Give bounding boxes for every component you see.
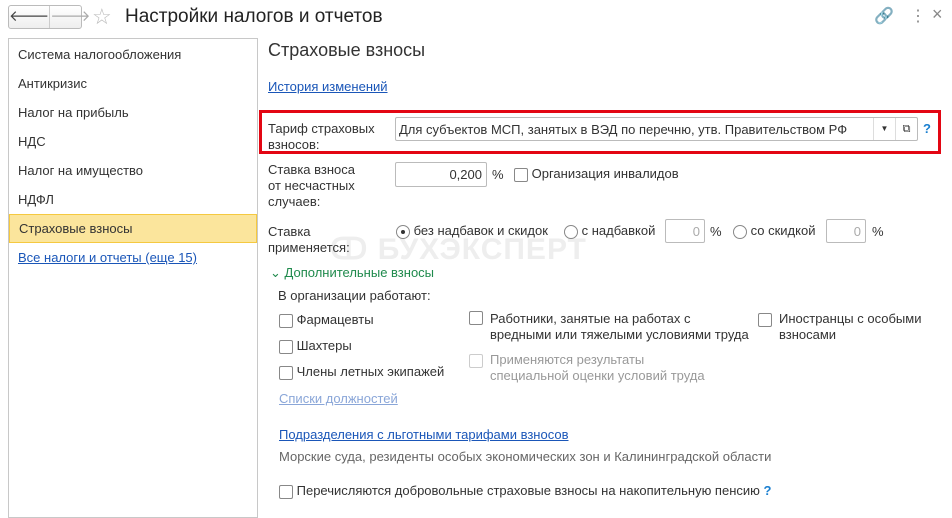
dropdown-icon[interactable]: ▼ <box>873 118 895 140</box>
special-eval-label: Применяются результаты специальной оценк… <box>490 352 705 383</box>
percent-sign: % <box>492 167 504 182</box>
invalid-org-checkbox[interactable]: Организация инвалидов <box>514 166 679 182</box>
all-taxes-link[interactable]: Все налоги и отчеты (еще 15) <box>18 250 197 265</box>
tariff-label: Тариф страховых взносов: <box>268 121 375 152</box>
discount-input[interactable]: 0 <box>826 219 866 243</box>
additional-label: Дополнительные взносы <box>284 265 435 280</box>
window-title: Настройки налогов и отчетов <box>125 6 383 27</box>
sidebar-item-tax-system[interactable]: Система налогообложения <box>9 40 257 69</box>
voluntary-label: Перечисляются добровольные страховые взн… <box>296 483 760 498</box>
radio-discount[interactable]: со скидкой <box>733 223 815 239</box>
star-icon[interactable]: ☆ <box>92 4 112 30</box>
sidebar-item-vat[interactable]: НДС <box>9 127 257 156</box>
open-icon[interactable]: ⧉ <box>895 118 917 140</box>
forward-button[interactable]: 🡒 <box>49 6 90 28</box>
miners-label: Шахтеры <box>296 338 352 353</box>
subdivisions-note: Морские суда, резиденты особых экономиче… <box>279 449 772 464</box>
rate-input[interactable]: 0,200 <box>395 162 487 187</box>
markup-input[interactable]: 0 <box>665 219 705 243</box>
voluntary-checkbox[interactable]: Перечисляются добровольные страховые взн… <box>279 483 771 499</box>
more-icon[interactable]: ⋮ <box>910 6 926 26</box>
sidebar-item-property-tax[interactable]: Налог на имущество <box>9 156 257 185</box>
close-icon[interactable]: × <box>932 4 943 25</box>
hazard-label: Работники, занятые на работах с вредными… <box>490 311 749 342</box>
flight-checkbox[interactable]: Члены летных экипажей <box>279 364 444 380</box>
tariff-select[interactable]: Для субъектов МСП, занятых в ВЭД по пере… <box>395 117 918 141</box>
sidebar: Система налогообложения Антикризис Налог… <box>8 38 258 518</box>
link-icon[interactable]: 🔗 <box>874 6 894 26</box>
foreigners-label: Иностранцы с особыми взносами <box>779 311 922 342</box>
additional-toggle[interactable]: ⌄ Дополнительные взносы <box>270 265 434 281</box>
invalid-org-label: Организация инвалидов <box>531 166 679 181</box>
radio-markup[interactable]: с надбавкой <box>564 223 655 239</box>
foreigners-checkbox[interactable] <box>758 311 772 327</box>
rate-label: Ставка взноса от несчастных случаев: <box>268 162 356 209</box>
percent-sign: % <box>872 224 884 239</box>
subdivisions-link[interactable]: Подразделения с льготными тарифами взнос… <box>279 427 569 442</box>
chevron-down-icon: ⌄ <box>270 265 281 280</box>
pharm-checkbox[interactable]: Фармацевты <box>279 312 374 328</box>
help-icon[interactable]: ? <box>923 121 931 136</box>
radio-discount-label: со скидкой <box>750 223 816 238</box>
sidebar-item-insurance[interactable]: Страховые взносы <box>9 214 257 243</box>
radio-none[interactable]: без надбавок и скидок <box>396 223 548 239</box>
percent-sign: % <box>710 224 722 239</box>
org-works-label: В организации работают: <box>278 288 431 303</box>
sidebar-item-ndfl[interactable]: НДФЛ <box>9 185 257 214</box>
sidebar-item-profit-tax[interactable]: Налог на прибыль <box>9 98 257 127</box>
positions-link[interactable]: Списки должностей <box>279 391 398 406</box>
help-icon[interactable]: ? <box>764 483 772 498</box>
radio-markup-label: с надбавкой <box>581 223 656 238</box>
radio-none-label: без надбавок и скидок <box>413 223 548 238</box>
miners-checkbox[interactable]: Шахтеры <box>279 338 352 354</box>
nav-buttons: 🡐 🡒 <box>8 5 90 29</box>
applied-label: Ставка применяется: <box>268 224 350 255</box>
sidebar-item-anticrisis[interactable]: Антикризис <box>9 69 257 98</box>
history-link[interactable]: История изменений <box>268 79 388 94</box>
pharm-label: Фармацевты <box>296 312 374 327</box>
tariff-value: Для субъектов МСП, занятых в ВЭД по пере… <box>399 122 848 137</box>
section-heading: Страховые взносы <box>268 40 426 60</box>
special-eval-checkbox <box>469 352 483 368</box>
back-button[interactable]: 🡐 <box>9 6 49 28</box>
flight-label: Члены летных экипажей <box>296 364 445 379</box>
hazard-checkbox[interactable] <box>469 311 483 326</box>
